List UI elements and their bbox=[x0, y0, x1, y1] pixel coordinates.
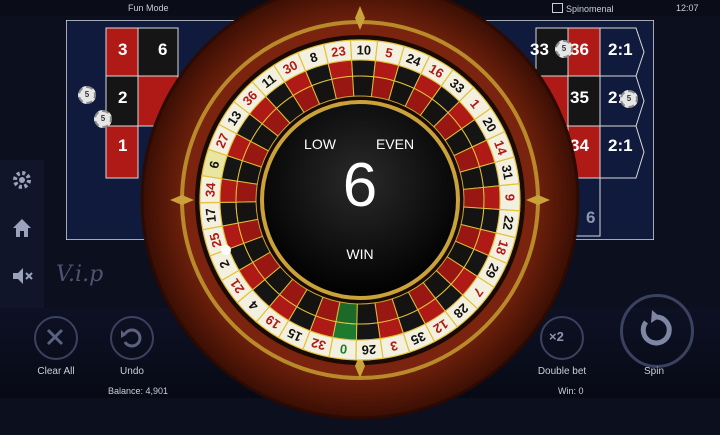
win-result-label: WIN bbox=[346, 246, 374, 262]
wheel-inner-pocket bbox=[235, 201, 259, 224]
table-number[interactable]: 3 bbox=[118, 40, 127, 60]
wheel-number: 31 bbox=[499, 164, 516, 181]
table-number[interactable]: 6 bbox=[586, 208, 595, 228]
table-number[interactable]: 1 bbox=[118, 136, 127, 156]
wheel-pocket bbox=[482, 185, 501, 211]
chip[interactable]: 5 bbox=[94, 110, 112, 128]
wheel-number: 23 bbox=[330, 43, 346, 60]
clear-all-button[interactable] bbox=[34, 316, 78, 360]
chip[interactable]: 5 bbox=[620, 90, 638, 108]
wheel-inner-pocket bbox=[235, 180, 258, 203]
wheel-number: 10 bbox=[356, 42, 371, 57]
wheel-number: 17 bbox=[203, 207, 219, 223]
clear-all-label: Clear All bbox=[37, 366, 75, 377]
table-number[interactable]: 2 bbox=[118, 88, 127, 108]
wheel-inner-pocket bbox=[352, 75, 375, 98]
clock: 12:07 bbox=[676, 3, 699, 13]
wheel-number: 34 bbox=[202, 181, 218, 197]
roulette-ball bbox=[221, 245, 231, 255]
wheel-pocket bbox=[355, 322, 381, 341]
spin-label: Spin bbox=[643, 366, 664, 377]
column-bet-label[interactable]: 2:1 bbox=[608, 136, 633, 156]
wheel-number: 26 bbox=[361, 342, 376, 358]
result-number: 6 bbox=[342, 151, 378, 220]
spin-button[interactable] bbox=[620, 294, 694, 368]
gear-icon[interactable] bbox=[10, 168, 34, 192]
spin-icon bbox=[640, 310, 672, 346]
column-bet-label[interactable]: 2:1 bbox=[608, 40, 633, 60]
sound-off-icon[interactable] bbox=[10, 264, 34, 288]
home-icon[interactable] bbox=[10, 216, 34, 240]
wheel-number: 22 bbox=[500, 215, 517, 232]
wheel-pocket bbox=[219, 201, 239, 227]
vip-logo: V.i.p bbox=[56, 262, 104, 287]
close-icon bbox=[46, 328, 64, 346]
wheel-inner-pocket bbox=[356, 302, 379, 325]
wheel-pocket bbox=[332, 321, 358, 341]
wheel-number: 9 bbox=[502, 194, 517, 201]
wheel-inner-pocket bbox=[462, 186, 485, 209]
chip[interactable]: 5 bbox=[78, 86, 96, 104]
roulette-wheel: 0 32 15 19 4 21 2 25 17 34 6 27 13 36 11 30 8 23 10 5 24 16 33… bbox=[140, 0, 580, 430]
wheel-inner-pocket bbox=[331, 75, 355, 100]
side-menu bbox=[0, 160, 44, 310]
wheel-pocket bbox=[219, 178, 239, 203]
wheel-pocket bbox=[351, 59, 376, 78]
